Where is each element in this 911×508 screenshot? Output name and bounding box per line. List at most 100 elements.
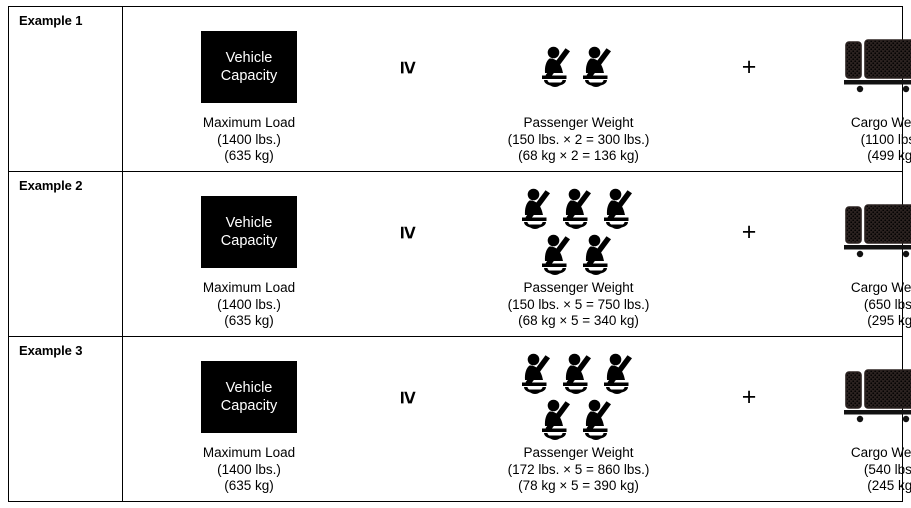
passenger-weight-block: Passenger Weight (172 lbs. × 5 = 860 lbs…: [441, 337, 716, 501]
example-content-cell: Vehicle Capacity Maximum Load (1400 lbs.…: [123, 172, 911, 336]
caption-lbs: (150 lbs. × 2 = 300 lbs.): [507, 131, 650, 147]
vehicle-capacity-visual: Vehicle Capacity: [201, 184, 297, 280]
passenger-icons-group: [519, 184, 639, 280]
caption-kg: (68 kg × 2 = 136 kg): [518, 148, 639, 163]
caption-lbs: (540 lbs.): [863, 461, 911, 477]
greater-equal-icon: ≥: [395, 390, 422, 404]
caption-title: Maximum Load: [202, 280, 296, 295]
plus-operator-wrap: +: [742, 184, 757, 280]
cargo-weight-caption: Cargo Weight (1100 lbs.) (499 kg): [851, 115, 911, 165]
vehicle-capacity-caption: Maximum Load (1400 lbs.) (635 kg): [203, 280, 295, 330]
plus-icon: +: [741, 217, 757, 246]
caption-kg: (295 kg): [867, 313, 911, 328]
passenger-icons-group: [539, 19, 618, 115]
caption-kg: (635 kg): [224, 478, 274, 493]
example-content-cell: Vehicle Capacity Maximum Load (1400 lbs.…: [123, 7, 911, 171]
table-row: Example 2 Vehicle Capacity Maximum Load …: [9, 172, 911, 337]
seated-passenger-with-seatbelt-icon: [603, 188, 632, 229]
vehicle-capacity-visual: Vehicle Capacity: [201, 19, 297, 115]
seated-passenger-with-seatbelt-icon: [583, 234, 611, 275]
greater-equal-operator-wrap: ≥: [396, 19, 422, 115]
cargo-visual: [844, 184, 911, 280]
greater-equal-operator-wrap: ≥: [396, 184, 422, 280]
cargo-weight-block: Cargo Weight (540 lbs.) (245 kg): [782, 337, 911, 501]
cargo-visual: [844, 349, 911, 445]
seated-passenger-with-seatbelt-icon: [521, 188, 550, 229]
vehicle-box-line2: Capacity: [220, 233, 278, 249]
passenger-icon-row: [519, 187, 639, 231]
greater-equal-icon: ≥: [395, 60, 422, 74]
caption-title: Cargo Weight: [850, 115, 911, 130]
table-row: Example 1 Vehicle Capacity Maximum Load …: [9, 7, 911, 172]
vehicle-box-line2: Capacity: [220, 68, 278, 84]
passenger-weight-caption: Passenger Weight (150 lbs. × 5 = 750 lbs…: [508, 280, 650, 330]
plus-operator-wrap: +: [742, 349, 757, 445]
greater-equal-operator-cell: ≥: [375, 7, 441, 171]
passenger-weight-block: Passenger Weight (150 lbs. × 2 = 300 lbs…: [441, 7, 716, 171]
caption-title: Maximum Load: [202, 115, 296, 130]
cargo-luggage-on-cart-icon: [844, 204, 911, 258]
vehicle-capacity-block: Vehicle Capacity Maximum Load (1400 lbs.…: [123, 337, 375, 501]
vehicle-capacity-box: Vehicle Capacity: [201, 31, 297, 103]
vehicle-capacity-box: Vehicle Capacity: [201, 196, 297, 268]
greater-equal-icon: ≥: [395, 225, 422, 239]
cargo-luggage-on-cart-icon: [844, 39, 911, 93]
passenger-weight-caption: Passenger Weight (150 lbs. × 2 = 300 lbs…: [508, 115, 650, 165]
passenger-icons-group: [519, 349, 639, 445]
plus-operator-cell: +: [716, 7, 782, 171]
seated-passenger-with-seatbelt-icon: [562, 353, 591, 394]
passenger-icon-row: [539, 233, 618, 277]
vehicle-box-line1: Vehicle: [225, 215, 273, 231]
cargo-weight-caption: Cargo Weight (540 lbs.) (245 kg): [851, 445, 911, 495]
cargo-weight-caption: Cargo Weight (650 lbs.) (295 kg): [851, 280, 911, 330]
caption-lbs: (1400 lbs.): [217, 131, 281, 147]
example-label: Example 2: [19, 178, 83, 193]
caption-title: Maximum Load: [202, 445, 296, 460]
caption-kg: (78 kg × 5 = 390 kg): [518, 478, 639, 493]
vehicle-capacity-box: Vehicle Capacity: [201, 361, 297, 433]
caption-title: Passenger Weight: [523, 445, 634, 460]
example-content-cell: Vehicle Capacity Maximum Load (1400 lbs.…: [123, 337, 911, 501]
passenger-weight-block: Passenger Weight (150 lbs. × 5 = 750 lbs…: [441, 172, 716, 336]
vehicle-capacity-block: Vehicle Capacity Maximum Load (1400 lbs.…: [123, 172, 375, 336]
vehicle-box-line2: Capacity: [220, 398, 278, 414]
cargo-visual: [844, 19, 911, 115]
seated-passenger-with-seatbelt-icon: [542, 399, 570, 440]
caption-lbs: (172 lbs. × 5 = 860 lbs.): [507, 461, 650, 477]
seated-passenger-with-seatbelt-icon: [542, 46, 570, 87]
seated-passenger-with-seatbelt-icon: [542, 234, 570, 275]
caption-title: Passenger Weight: [523, 115, 634, 130]
example-label-cell: Example 1: [9, 7, 123, 171]
caption-kg: (245 kg): [867, 478, 911, 493]
greater-equal-operator-wrap: ≥: [396, 349, 422, 445]
passenger-icon-row: [539, 398, 618, 442]
greater-equal-operator-cell: ≥: [375, 337, 441, 501]
caption-title: Cargo Weight: [850, 445, 911, 460]
plus-operator-cell: +: [716, 337, 782, 501]
cargo-weight-block: Cargo Weight (650 lbs.) (295 kg): [782, 172, 911, 336]
caption-lbs: (1100 lbs.): [860, 131, 911, 147]
example-label: Example 1: [19, 13, 83, 28]
caption-kg: (68 kg × 5 = 340 kg): [518, 313, 639, 328]
table-row: Example 3 Vehicle Capacity Maximum Load …: [9, 337, 911, 501]
example-label-cell: Example 2: [9, 172, 123, 336]
vehicle-capacity-caption: Maximum Load (1400 lbs.) (635 kg): [203, 115, 295, 165]
plus-operator-cell: +: [716, 172, 782, 336]
seated-passenger-with-seatbelt-icon: [583, 399, 611, 440]
cargo-luggage-on-cart-icon: [844, 369, 911, 423]
passenger-icon-row: [539, 45, 618, 89]
seated-passenger-with-seatbelt-icon: [521, 353, 550, 394]
plus-icon: +: [741, 382, 757, 411]
passenger-icon-row: [519, 352, 639, 396]
caption-kg: (499 kg): [867, 148, 911, 163]
vehicle-capacity-visual: Vehicle Capacity: [201, 349, 297, 445]
caption-title: Cargo Weight: [850, 280, 911, 295]
caption-title: Passenger Weight: [523, 280, 634, 295]
caption-lbs: (150 lbs. × 5 = 750 lbs.): [507, 296, 650, 312]
example-label-cell: Example 3: [9, 337, 123, 501]
caption-lbs: (1400 lbs.): [217, 296, 281, 312]
vehicle-capacity-table: Example 1 Vehicle Capacity Maximum Load …: [8, 6, 911, 502]
vehicle-capacity-block: Vehicle Capacity Maximum Load (1400 lbs.…: [123, 7, 375, 171]
plus-icon: +: [741, 52, 757, 81]
passenger-weight-caption: Passenger Weight (172 lbs. × 5 = 860 lbs…: [508, 445, 650, 495]
